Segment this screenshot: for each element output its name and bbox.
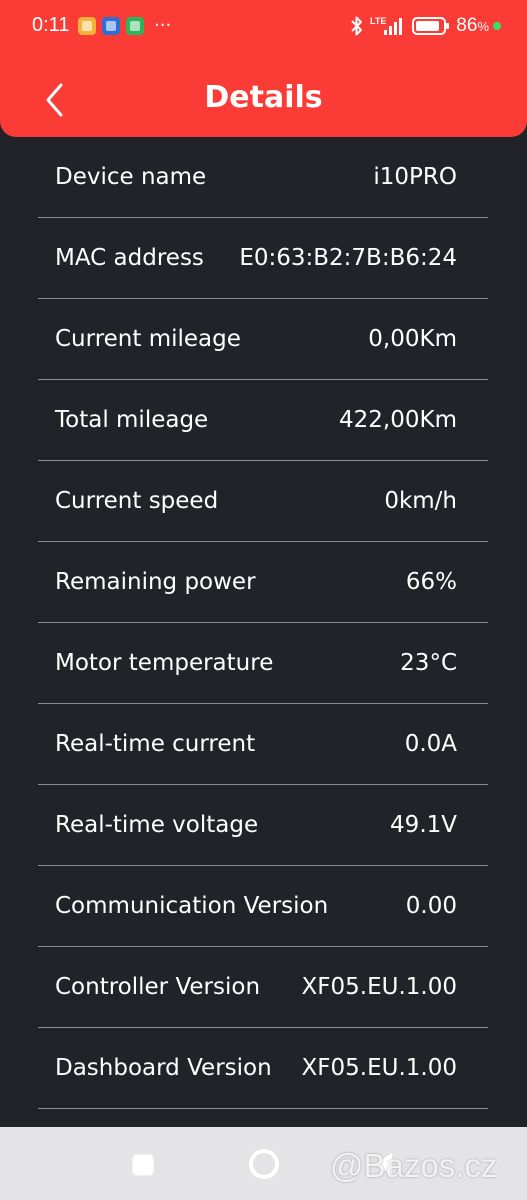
detail-row-total-mileage: Total mileage 422,00Km <box>38 380 488 461</box>
detail-row-device-name: Device name i10PRO <box>38 137 488 218</box>
detail-row-mac-address: MAC address E0:63:B2:7B:B6:24 <box>38 218 488 299</box>
detail-label: Controller Version <box>55 974 261 1000</box>
detail-label: Communication Version <box>55 893 329 919</box>
status-time: 0:11 <box>32 14 70 36</box>
detail-row-real-time-voltage: Real-time voltage 49.1V <box>38 785 488 866</box>
notification-app-icon <box>78 17 96 35</box>
detail-value: 23°C <box>400 650 457 676</box>
detail-value: XF05.EU.1.00 <box>301 974 457 1000</box>
header-bar: 0:11 ··· LTE 86% Details <box>0 0 527 137</box>
recent-apps-button[interactable] <box>133 1155 153 1175</box>
page-title: Details <box>204 80 323 115</box>
detail-value: i10PRO <box>373 164 457 190</box>
battery-unit: % <box>477 19 489 34</box>
signal-icon: LTE <box>370 16 403 35</box>
detail-label: Real-time voltage <box>55 812 259 838</box>
active-indicator-dot <box>493 22 501 30</box>
detail-row-controller-version: Controller Version XF05.EU.1.00 <box>38 947 488 1028</box>
detail-value: 0.00 <box>405 893 457 919</box>
battery-percent: 86 <box>456 15 478 36</box>
bluetooth-icon <box>351 16 363 36</box>
detail-label: Current speed <box>55 488 219 514</box>
detail-row-remaining-power: Remaining power 66% <box>38 542 488 623</box>
more-notifications-icon: ··· <box>154 15 172 36</box>
detail-value: 0,00Km <box>368 326 457 352</box>
network-type-label: LTE <box>370 16 386 26</box>
status-bar: 0:11 ··· LTE 86% <box>0 0 527 58</box>
detail-row-motor-temperature: Motor temperature 23°C <box>38 623 488 704</box>
detail-label: Current mileage <box>55 326 241 352</box>
detail-value: 49.1V <box>390 812 457 838</box>
status-app-icons: ··· <box>78 17 171 35</box>
details-list: Device name i10PRO MAC address E0:63:B2:… <box>38 137 488 1109</box>
detail-label: MAC address <box>55 245 204 271</box>
detail-label: Device name <box>55 164 207 190</box>
notification-app-icon <box>126 17 144 35</box>
detail-row-dashboard-version: Dashboard Version XF05.EU.1.00 <box>38 1028 488 1109</box>
detail-value: 66% <box>405 569 457 595</box>
watermark: @Bazos.cz <box>330 1147 498 1184</box>
status-right: LTE 86% <box>350 15 501 37</box>
detail-value: XF05.EU.1.00 <box>301 1055 457 1081</box>
detail-label: Total mileage <box>55 407 209 433</box>
detail-row-real-time-current: Real-time current 0.0A <box>38 704 488 785</box>
detail-label: Real-time current <box>55 731 256 757</box>
detail-row-current-speed: Current speed 0km/h <box>38 461 488 542</box>
detail-label: Motor temperature <box>55 650 274 676</box>
detail-row-communication-version: Communication Version 0.00 <box>38 866 488 947</box>
detail-value: 0.0A <box>404 731 457 757</box>
notification-app-icon <box>102 17 120 35</box>
detail-value: E0:63:B2:7B:B6:24 <box>239 245 457 271</box>
detail-value: 0km/h <box>384 488 457 514</box>
detail-row-current-mileage: Current mileage 0,00Km <box>38 299 488 380</box>
detail-value: 422,00Km <box>339 407 457 433</box>
detail-label: Remaining power <box>55 569 256 595</box>
battery-icon <box>412 17 450 35</box>
home-button[interactable] <box>249 1149 279 1179</box>
detail-label: Dashboard Version <box>55 1055 272 1081</box>
battery-level: 86% <box>456 15 489 37</box>
